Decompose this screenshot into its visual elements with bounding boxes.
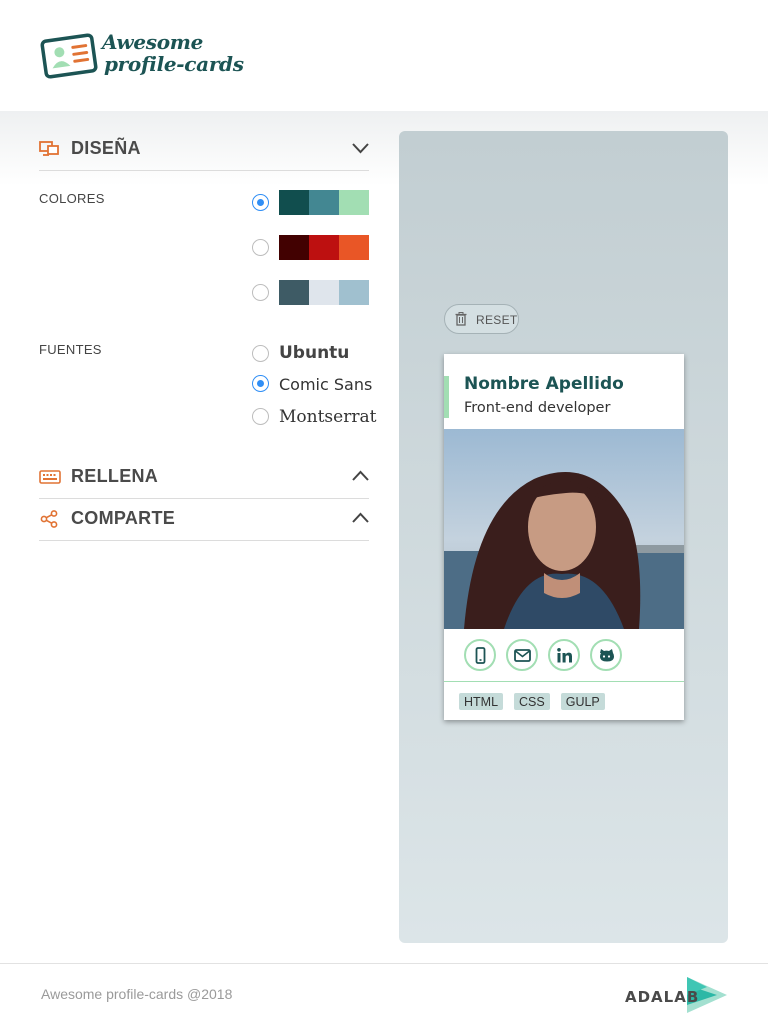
card-job: Front-end developer [464,400,611,416]
palette-1-swatch-1 [279,190,309,215]
font-radio-1[interactable] [252,345,269,362]
colors-label: COLORES [39,191,105,206]
section-share-header[interactable]: COMPARTE [39,499,369,541]
palette-3-swatch-2 [309,280,339,305]
font-option-comic-sans[interactable]: Comic Sans [279,375,372,394]
palette-1-swatch-3 [339,190,369,215]
reset-button[interactable]: RESET [444,304,519,334]
keyboard-icon [39,470,61,484]
mobile-icon [475,647,486,664]
font-radio-2[interactable] [252,375,269,392]
trash-icon [455,312,467,326]
mail-icon [514,649,531,662]
adalab-logo[interactable]: ADALAB [625,975,729,1015]
card-name: Nombre Apellido [464,374,624,394]
palette-option-3[interactable] [279,280,369,305]
chevron-up-icon[interactable] [352,470,369,482]
section-design-title: DISEÑA [71,138,141,158]
palette-3-swatch-3 [339,280,369,305]
linkedin-link[interactable] [548,639,580,671]
palette-2-swatch-2 [309,235,339,260]
logo-line-2: profile-cards [104,52,244,76]
palette-radio-1[interactable] [252,194,269,211]
skill-tag: CSS [514,693,550,710]
section-fill-header[interactable]: RELLENA [39,457,369,499]
palette-radio-2[interactable] [252,239,269,256]
palette-radio-3[interactable] [252,284,269,301]
footer: Awesome profile-cards @2018 ADALAB [0,963,768,1024]
linkedin-icon [557,648,572,663]
chevron-up-icon[interactable] [352,512,369,524]
phone-link[interactable] [464,639,496,671]
logo-wordmark: Awesome profile-cards [102,31,244,75]
section-share-title: COMPARTE [71,508,176,528]
card-accent-bar [444,376,449,418]
palette-1-swatch-2 [309,190,339,215]
screens-icon [39,141,59,156]
footer-copyright: Awesome profile-cards @2018 [41,986,233,1002]
skill-tag: HTML [459,693,504,710]
github-link[interactable] [590,639,622,671]
reset-label: RESET [476,313,518,327]
section-fill-title: RELLENA [71,466,159,486]
font-option-ubuntu[interactable]: Ubuntu [279,343,349,363]
app-logo[interactable]: Awesome profile-cards [40,30,250,86]
palette-2-swatch-1 [279,235,309,260]
email-link[interactable] [506,639,538,671]
fonts-label: FUENTES [39,342,102,357]
adalab-wordmark: ADALAB [625,988,700,1006]
header: Awesome profile-cards [0,0,768,111]
logo-line-1: Awesome [102,30,204,54]
chevron-down-icon[interactable] [352,142,369,154]
palette-option-1[interactable] [279,190,369,215]
section-design-header[interactable]: DISEÑA [39,129,369,171]
profile-card-icon [40,33,98,79]
font-option-montserrat[interactable]: Montserrat [279,407,376,427]
palette-option-2[interactable] [279,235,369,260]
skill-tag: GULP [560,693,605,710]
palette-2-swatch-3 [339,235,369,260]
share-icon [40,510,58,528]
card-social-links [444,629,684,682]
profile-card: Nombre Apellido Front-end developer HTML… [444,354,684,720]
profile-photo [444,429,684,629]
palette-3-swatch-1 [279,280,309,305]
font-radio-3[interactable] [252,408,269,425]
card-skill-tags: HTML CSS GULP [459,693,605,710]
github-icon [600,649,614,662]
